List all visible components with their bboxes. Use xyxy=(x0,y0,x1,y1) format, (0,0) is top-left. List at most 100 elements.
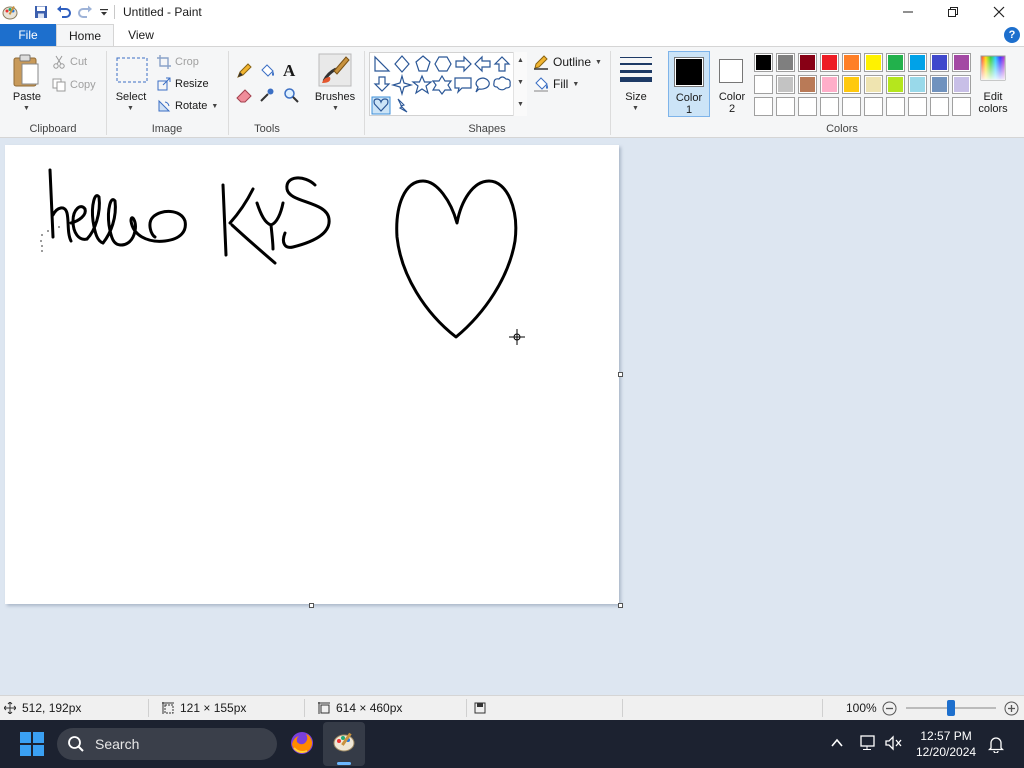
image-group-label: Image xyxy=(151,123,183,135)
color-swatch[interactable] xyxy=(842,75,861,94)
rotate-dropdown-icon[interactable]: ▼ xyxy=(211,103,218,110)
maximize-button[interactable] xyxy=(930,0,976,24)
color2-button[interactable]: Color 2 xyxy=(712,51,752,117)
color-swatch[interactable] xyxy=(864,53,883,72)
scroll-up-icon[interactable]: ▲ xyxy=(517,57,524,64)
zoom-out-icon[interactable] xyxy=(882,701,897,716)
select-button[interactable]: Select xyxy=(113,91,149,103)
outline-dropdown-icon[interactable]: ▼ xyxy=(595,59,602,66)
color-swatch[interactable] xyxy=(952,53,971,72)
brushes-button[interactable]: Brushes xyxy=(312,91,358,103)
custom-color-slot[interactable] xyxy=(886,97,905,116)
taskbar-search-box[interactable]: Search xyxy=(57,728,277,760)
volume-muted-icon[interactable] xyxy=(885,735,903,751)
scroll-down-icon[interactable]: ▼ xyxy=(517,79,524,86)
shapes-scrollbar[interactable]: ▲ ▼ ▼ xyxy=(513,52,527,116)
select-dropdown-icon[interactable]: ▼ xyxy=(127,105,134,112)
outline-button[interactable]: Outline ▼ xyxy=(533,53,602,71)
tab-view[interactable]: View xyxy=(118,24,164,46)
taskbar-clock[interactable]: 12:57 PM 12/20/2024 xyxy=(916,728,976,760)
customize-quick-access-icon[interactable] xyxy=(96,4,112,20)
brushes-icon[interactable] xyxy=(318,53,352,87)
color-swatch[interactable] xyxy=(908,53,927,72)
zoom-slider-thumb[interactable] xyxy=(947,700,955,716)
color-swatch[interactable] xyxy=(842,53,861,72)
fill-dropdown-icon[interactable]: ▼ xyxy=(572,81,579,88)
canvas-resize-handle-right[interactable] xyxy=(618,372,623,377)
color-picker-icon[interactable] xyxy=(259,87,275,103)
rotate-button[interactable]: Rotate ▼ xyxy=(157,97,218,115)
text-icon[interactable]: A xyxy=(283,61,295,81)
color-swatch[interactable] xyxy=(930,75,949,94)
minimize-button[interactable] xyxy=(885,0,931,24)
zoom-in-icon[interactable] xyxy=(1004,701,1019,716)
copy-button[interactable]: Copy xyxy=(52,76,96,94)
custom-color-slot[interactable] xyxy=(798,97,817,116)
color-swatch[interactable] xyxy=(754,75,773,94)
color-swatch[interactable] xyxy=(798,75,817,94)
custom-color-slot[interactable] xyxy=(776,97,795,116)
color-swatch[interactable] xyxy=(820,75,839,94)
color-swatch[interactable] xyxy=(908,75,927,94)
color-swatch[interactable] xyxy=(820,53,839,72)
outline-label: Outline xyxy=(553,55,592,69)
undo-icon[interactable] xyxy=(55,4,71,20)
selection-size-icon xyxy=(162,702,174,714)
custom-color-slot[interactable] xyxy=(952,97,971,116)
custom-color-slot[interactable] xyxy=(864,97,883,116)
resize-button[interactable]: Resize xyxy=(157,75,209,93)
show-hidden-icons-chevron-icon[interactable] xyxy=(830,736,844,750)
brushes-dropdown-icon[interactable]: ▼ xyxy=(332,105,339,112)
search-icon xyxy=(67,735,85,753)
color-swatch[interactable] xyxy=(776,75,795,94)
canvas-resize-handle-bottom[interactable] xyxy=(309,603,314,608)
custom-color-slot[interactable] xyxy=(842,97,861,116)
canvas-drawing xyxy=(40,168,525,345)
paste-dropdown-icon[interactable]: ▼ xyxy=(23,105,30,112)
fill-button[interactable]: Fill ▼ xyxy=(533,75,579,93)
edit-colors-button[interactable]: Edit colors xyxy=(976,53,1010,119)
windows-start-icon[interactable] xyxy=(20,732,44,756)
close-button[interactable] xyxy=(976,0,1022,24)
cursor-position-icon xyxy=(4,702,16,714)
help-button[interactable]: ? xyxy=(1004,27,1020,43)
color-swatch[interactable] xyxy=(886,75,905,94)
paste-button[interactable]: Paste xyxy=(10,91,44,103)
tab-home[interactable]: Home xyxy=(56,24,114,47)
network-icon[interactable] xyxy=(860,735,878,751)
redo-icon[interactable] xyxy=(77,4,93,20)
tab-file[interactable]: File xyxy=(0,24,56,46)
copy-icon xyxy=(52,78,66,92)
line-size-icon[interactable] xyxy=(619,55,653,83)
notification-bell-icon[interactable] xyxy=(988,735,1004,753)
color-swatch[interactable] xyxy=(886,53,905,72)
size-button[interactable]: Size xyxy=(618,91,654,103)
pencil-icon[interactable] xyxy=(236,63,252,79)
crop-button[interactable]: Crop xyxy=(157,53,199,71)
cut-button[interactable]: Cut xyxy=(52,53,87,71)
firefox-icon[interactable] xyxy=(289,730,315,756)
color-swatch[interactable] xyxy=(952,75,971,94)
eraser-icon[interactable] xyxy=(236,87,252,103)
custom-color-slot[interactable] xyxy=(754,97,773,116)
magnifier-icon[interactable] xyxy=(283,87,299,103)
custom-color-slot[interactable] xyxy=(820,97,839,116)
fill-icon[interactable] xyxy=(259,63,275,79)
taskbar-paint-button[interactable] xyxy=(323,722,365,766)
custom-color-slot[interactable] xyxy=(908,97,927,116)
expand-shapes-icon[interactable]: ▼ xyxy=(517,101,524,108)
canvas-workspace[interactable] xyxy=(0,139,1024,695)
color1-button[interactable]: Color 1 xyxy=(668,51,710,117)
canvas-resize-handle-corner[interactable] xyxy=(618,603,623,608)
color-swatch[interactable] xyxy=(754,53,773,72)
custom-color-slot[interactable] xyxy=(930,97,949,116)
size-dropdown-icon[interactable]: ▼ xyxy=(632,105,639,112)
paste-icon[interactable] xyxy=(10,53,42,89)
color-swatch[interactable] xyxy=(798,53,817,72)
color-swatch[interactable] xyxy=(776,53,795,72)
save-icon[interactable] xyxy=(33,4,49,20)
color-swatch[interactable] xyxy=(864,75,883,94)
color-swatch[interactable] xyxy=(930,53,949,72)
drawing-canvas[interactable] xyxy=(5,145,619,604)
select-icon[interactable] xyxy=(116,57,148,85)
